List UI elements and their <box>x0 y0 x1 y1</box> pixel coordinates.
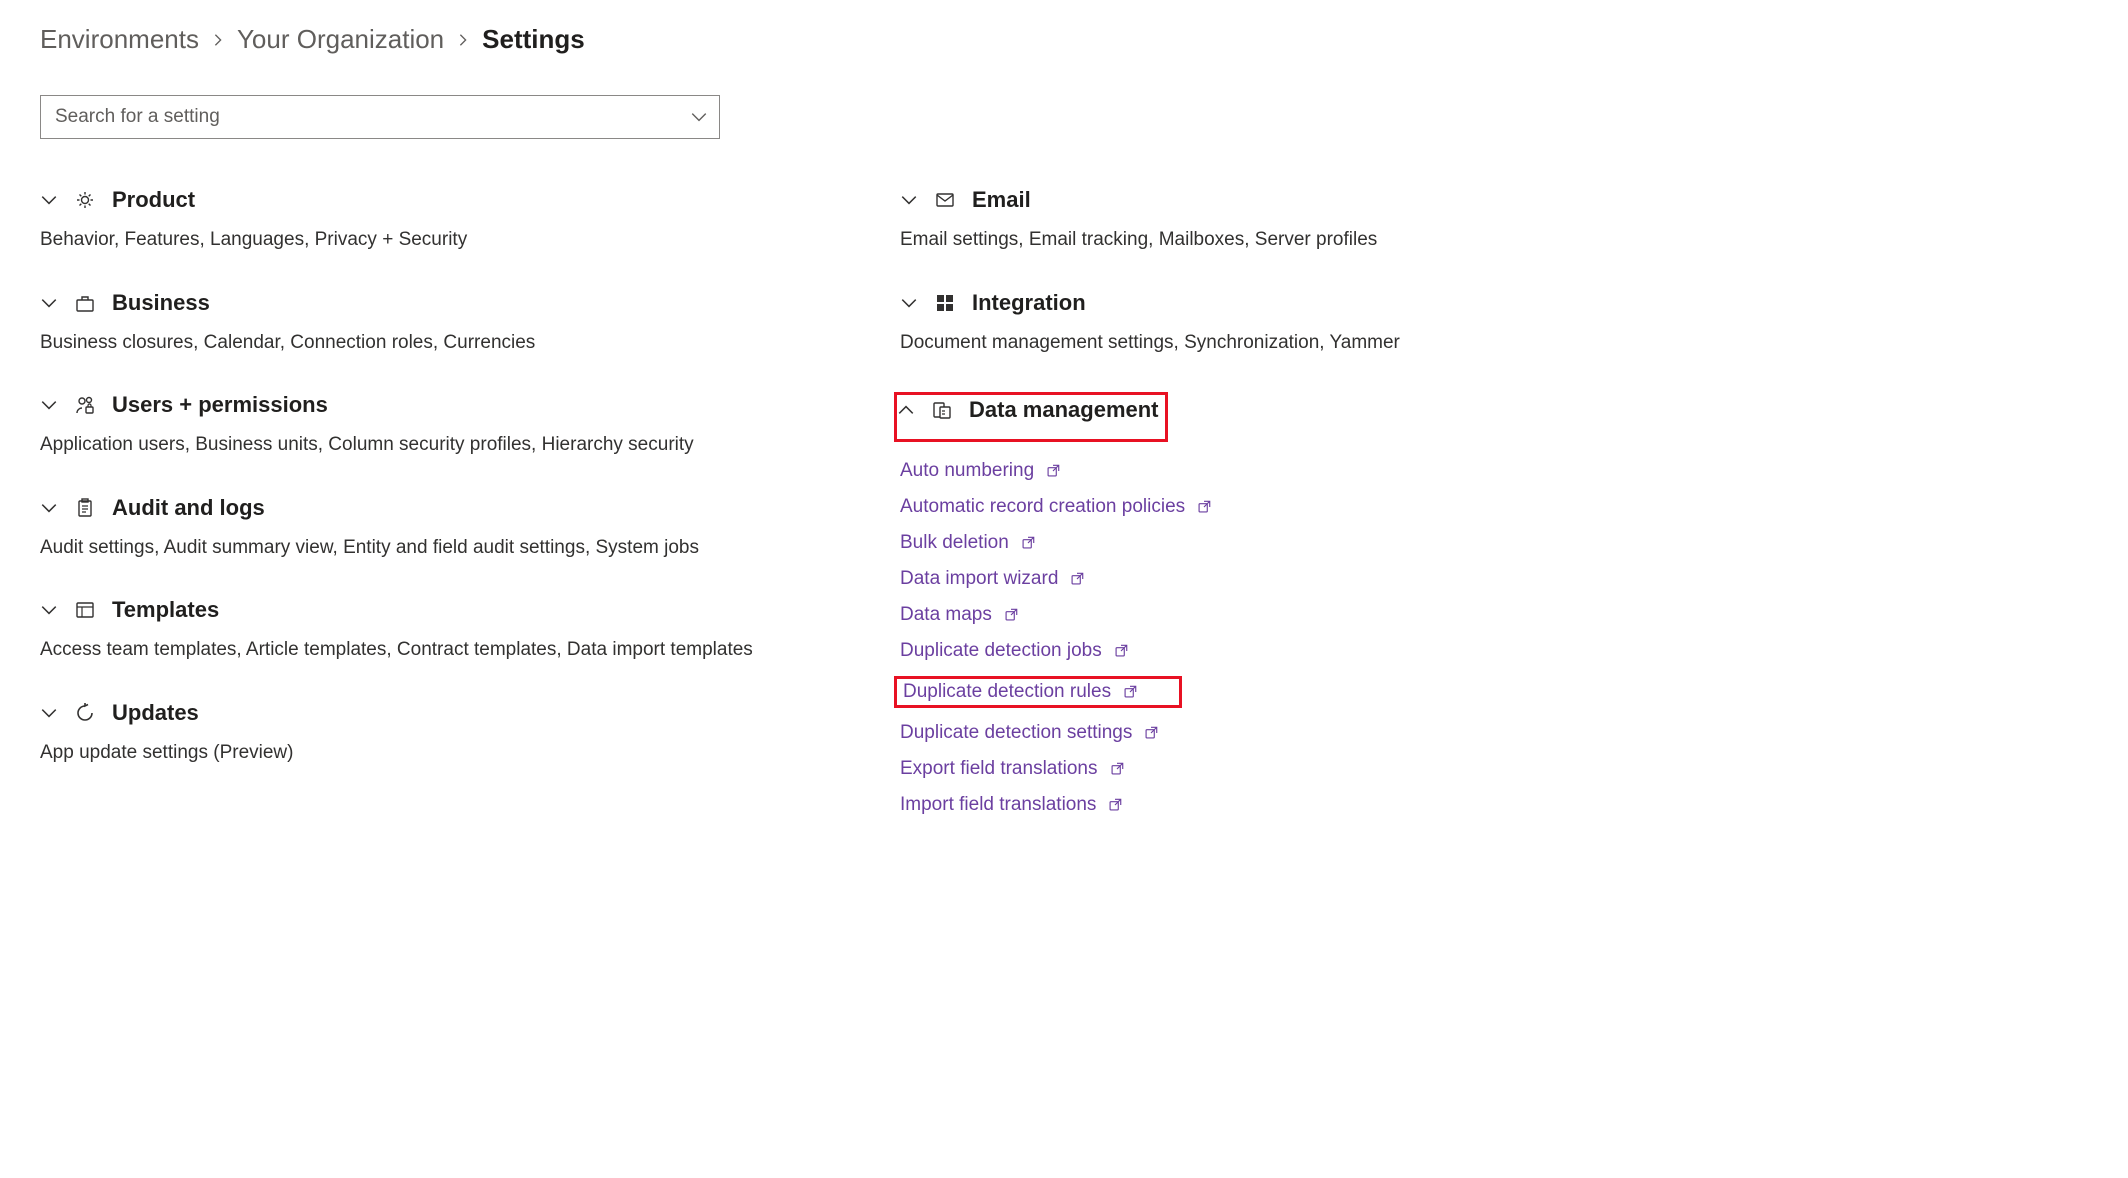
section-links: Auto numbering Automatic record creation … <box>900 460 1420 816</box>
section-desc: Business closures, Calendar, Connection … <box>40 330 840 357</box>
link-label: Data maps <box>900 604 992 626</box>
chevron-down-icon <box>900 294 918 312</box>
link-auto-numbering[interactable]: Auto numbering <box>900 460 1420 482</box>
chevron-down-icon <box>40 191 58 209</box>
link-label: Automatic record creation policies <box>900 496 1185 518</box>
section-title: Data management <box>969 397 1159 423</box>
external-link-icon <box>1019 534 1037 552</box>
section-desc: App update settings (Preview) <box>40 740 840 767</box>
clipboard-icon <box>74 497 96 519</box>
section-integration: Integration Document management settings,… <box>900 290 1420 357</box>
link-label: Import field translations <box>900 794 1096 816</box>
mail-icon <box>934 189 956 211</box>
section-desc: Access team templates, Article templates… <box>40 637 840 664</box>
external-link-icon <box>1108 760 1126 778</box>
section-title: Audit and logs <box>112 495 265 521</box>
link-data-maps[interactable]: Data maps <box>900 604 1420 626</box>
link-label: Export field translations <box>900 758 1098 780</box>
breadcrumb-current: Settings <box>482 24 585 55</box>
chevron-down-icon <box>900 191 918 209</box>
refresh-icon <box>74 702 96 724</box>
chevron-right-icon <box>211 33 225 47</box>
section-title: Business <box>112 290 210 316</box>
section-templates: Templates Access team templates, Article … <box>40 597 840 664</box>
link-label: Data import wizard <box>900 568 1058 590</box>
link-bulk-deletion[interactable]: Bulk deletion <box>900 532 1420 554</box>
section-desc: Audit settings, Audit summary view, Enti… <box>40 535 840 562</box>
windows-icon <box>934 292 956 314</box>
external-link-icon <box>1121 683 1139 701</box>
section-title: Email <box>972 187 1031 213</box>
section-header-email[interactable]: Email <box>900 187 1031 213</box>
people-lock-icon <box>74 394 96 416</box>
external-link-icon <box>1044 462 1062 480</box>
external-link-icon <box>1106 796 1124 814</box>
chevron-up-icon <box>897 401 915 419</box>
section-title: Product <box>112 187 195 213</box>
chevron-down-icon <box>40 499 58 517</box>
breadcrumb: Environments Your Organization Settings <box>40 24 2088 55</box>
section-header-audit[interactable]: Audit and logs <box>40 495 265 521</box>
section-title: Integration <box>972 290 1086 316</box>
external-link-icon <box>1002 606 1020 624</box>
link-export-field-translations[interactable]: Export field translations <box>900 758 1420 780</box>
external-link-icon <box>1112 642 1130 660</box>
link-duplicate-detection-settings[interactable]: Duplicate detection settings <box>900 722 1420 744</box>
external-link-icon <box>1142 724 1160 742</box>
link-duplicate-detection-jobs[interactable]: Duplicate detection jobs <box>900 640 1420 662</box>
external-link-icon <box>1068 570 1086 588</box>
section-desc: Email settings, Email tracking, Mailboxe… <box>900 227 1420 254</box>
section-users: Users + permissions Application users, Bu… <box>40 392 840 459</box>
section-business: Business Business closures, Calendar, Con… <box>40 290 840 357</box>
section-audit: Audit and logs Audit settings, Audit summ… <box>40 495 840 562</box>
gear-icon <box>74 189 96 211</box>
section-desc: Document management settings, Synchroniz… <box>900 330 1420 357</box>
link-automatic-record-creation-policies[interactable]: Automatic record creation policies <box>900 496 1420 518</box>
section-header-product[interactable]: Product <box>40 187 195 213</box>
data-icon <box>931 399 953 421</box>
section-header-users[interactable]: Users + permissions <box>40 392 328 418</box>
section-header-integration[interactable]: Integration <box>900 290 1086 316</box>
template-icon <box>74 599 96 621</box>
link-import-field-translations[interactable]: Import field translations <box>900 794 1420 816</box>
section-title: Updates <box>112 700 199 726</box>
link-label: Duplicate detection jobs <box>900 640 1102 662</box>
section-header-templates[interactable]: Templates <box>40 597 219 623</box>
briefcase-icon <box>74 292 96 314</box>
section-datamgmt: Data management Auto numbering Automatic r… <box>900 392 1420 816</box>
link-label: Duplicate detection rules <box>903 681 1111 703</box>
section-product: Product Behavior, Features, Languages, Pr… <box>40 187 840 254</box>
section-title: Users + permissions <box>112 392 328 418</box>
link-label: Duplicate detection settings <box>900 722 1132 744</box>
section-desc: Behavior, Features, Languages, Privacy +… <box>40 227 840 254</box>
breadcrumb-environments[interactable]: Environments <box>40 24 199 55</box>
link-data-import-wizard[interactable]: Data import wizard <box>900 568 1420 590</box>
section-title: Templates <box>112 597 219 623</box>
search-box <box>40 95 720 139</box>
link-label: Auto numbering <box>900 460 1034 482</box>
section-header-datamgmt[interactable]: Data management <box>897 397 1159 423</box>
section-updates: Updates App update settings (Preview) <box>40 700 840 767</box>
chevron-down-icon <box>40 396 58 414</box>
breadcrumb-your-organization[interactable]: Your Organization <box>237 24 444 55</box>
chevron-down-icon <box>40 704 58 722</box>
section-header-business[interactable]: Business <box>40 290 210 316</box>
chevron-down-icon <box>40 294 58 312</box>
chevron-right-icon <box>456 33 470 47</box>
link-label: Bulk deletion <box>900 532 1009 554</box>
chevron-down-icon <box>40 601 58 619</box>
search-input[interactable] <box>40 95 720 139</box>
external-link-icon <box>1195 498 1213 516</box>
section-header-updates[interactable]: Updates <box>40 700 199 726</box>
section-desc: Application users, Business units, Colum… <box>40 432 840 459</box>
link-duplicate-detection-rules[interactable]: Duplicate detection rules <box>894 676 1182 708</box>
section-email: Email Email settings, Email tracking, Mai… <box>900 187 1420 254</box>
